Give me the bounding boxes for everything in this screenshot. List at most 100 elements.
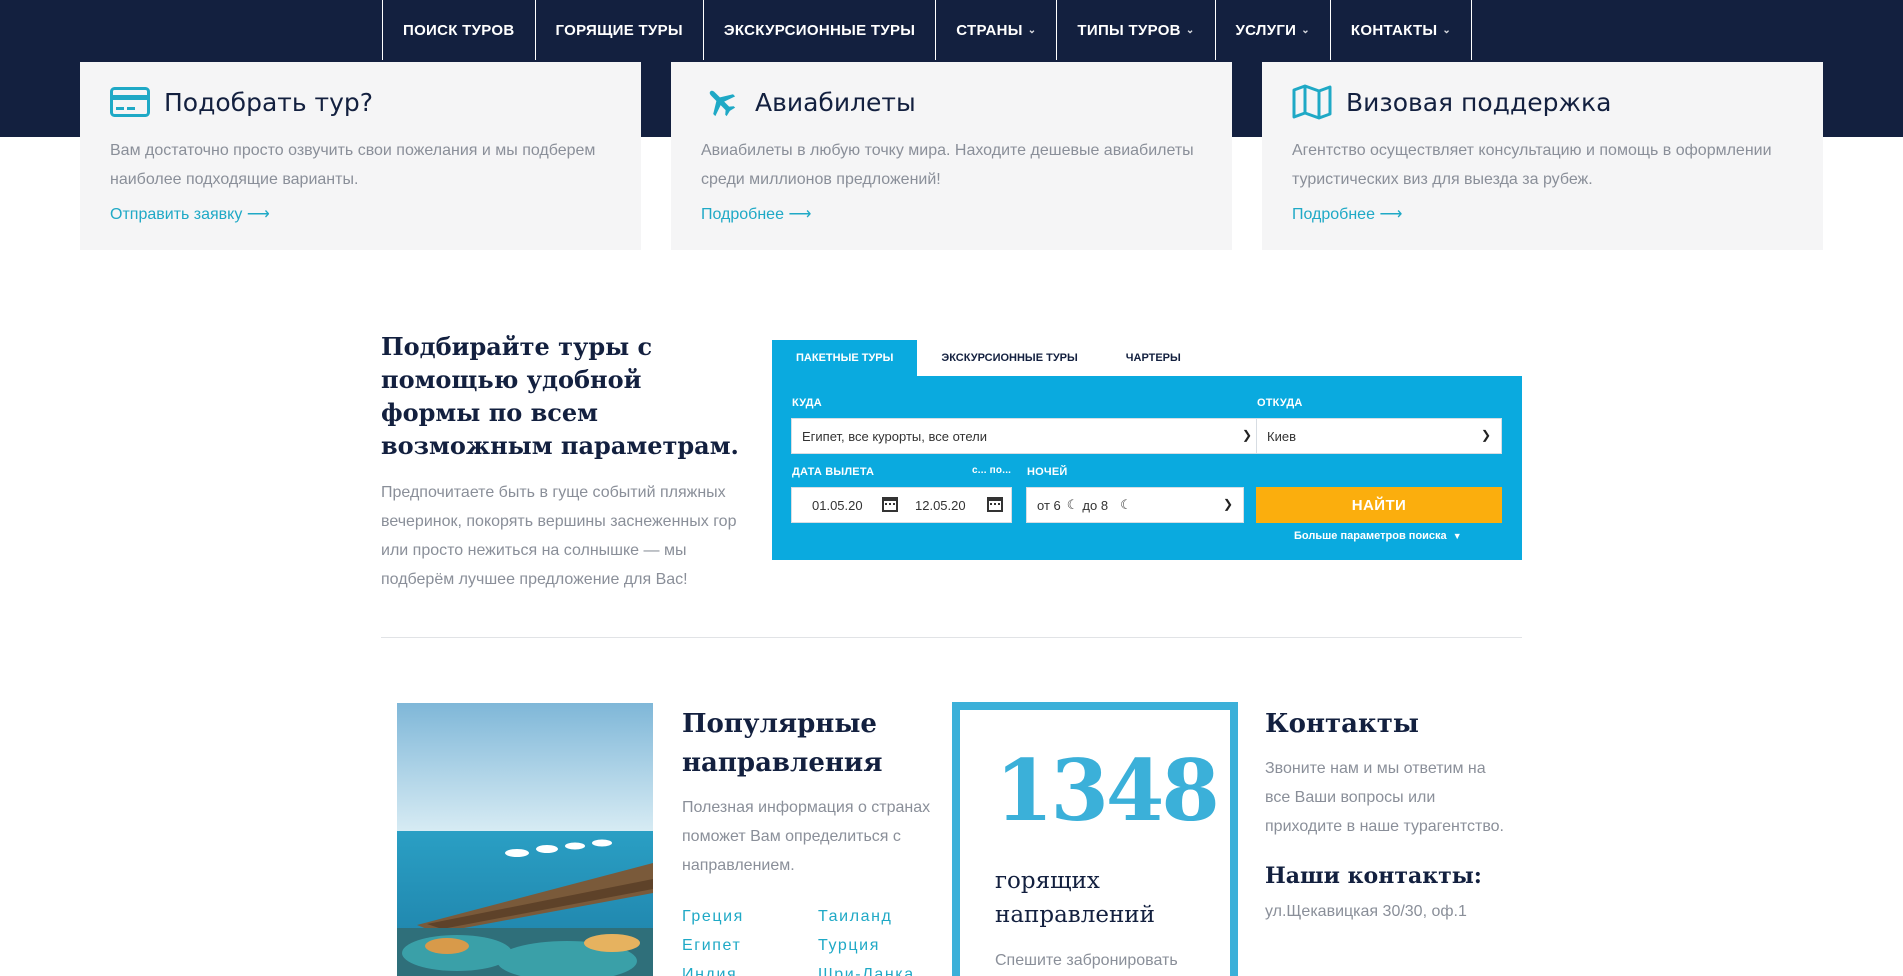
contacts-text: Звоните нам и мы ответим на все Ваши воп… (1265, 760, 1504, 835)
nav-item-label: КОНТАКТЫ (1350, 21, 1438, 39)
find-button-label: НАЙТИ (1351, 496, 1407, 514)
card-header: Авиабилеты (701, 84, 1202, 120)
tab-label: ЭКСКУРСИОННЫЕ ТУРЫ (941, 352, 1078, 364)
service-card-tour-selection: Подобрать тур? Вам достаточно просто озв… (80, 62, 641, 250)
contacts-title: Контакты (1265, 709, 1419, 739)
tab-excursion-tours[interactable]: ЭКСКУРСИОННЫЕ ТУРЫ (917, 340, 1101, 376)
find-button[interactable]: НАЙТИ (1256, 487, 1502, 523)
chevron-down-icon: ▼ (1452, 531, 1462, 541)
nav-item-excursion-tours[interactable]: ЭКСКУРСИОННЫЕ ТУРЫ (704, 0, 937, 60)
destination-link-greece[interactable]: Греция (682, 902, 818, 931)
chevron-down-icon: ⌄ (1027, 24, 1037, 36)
nav-item-services[interactable]: УСЛУГИ ⌄ (1216, 0, 1331, 60)
tour-search-widget: ПАКЕТНЫЕ ТУРЫ ЭКСКУРСИОННЫЕ ТУРЫ ЧАРТЕРЫ… (772, 340, 1522, 560)
departure-city-value: Киев (1267, 428, 1296, 444)
destination-label: КУДА (792, 397, 822, 409)
destination-link-egypt[interactable]: Египет (682, 931, 818, 960)
our-contacts-heading: Наши контакты: (1265, 863, 1482, 889)
nav-item-label: ПОИСК ТУРОВ (403, 21, 515, 39)
hot-destinations-box: 1348 горящих направлений Спешите заброни… (952, 702, 1238, 976)
calendar-icon (987, 497, 1003, 512)
tab-label: ПАКЕТНЫЕ ТУРЫ (796, 352, 894, 364)
card-title: Авиабилеты (755, 87, 916, 117)
intro-text: Предпочитаете быть в гуще событий пляжны… (381, 484, 737, 588)
destination-link-india[interactable]: Индия (682, 960, 818, 976)
moon-icon: ☾ (1120, 497, 1132, 512)
popular-title: Популярные направления (682, 709, 883, 778)
calendar-icon (882, 497, 898, 512)
send-request-link[interactable]: Отправить заявку ⟶ (110, 204, 270, 224)
link-label: Подробнее (701, 206, 784, 223)
service-card-air-tickets: Авиабилеты Авиабилеты в любую точку мира… (671, 62, 1232, 250)
date-range-hint: с... по... (972, 465, 1012, 476)
search-tabs: ПАКЕТНЫЕ ТУРЫ ЭКСКУРСИОННЫЕ ТУРЫ ЧАРТЕРЫ (772, 340, 1522, 376)
search-form: КУДА Египет, все курорты, все отели ❯ ОТ… (772, 376, 1522, 560)
nav-item-tour-types[interactable]: ТИПЫ ТУРОВ ⌄ (1057, 0, 1216, 60)
nav-item-label: СТРАНЫ (956, 21, 1023, 39)
nights-label: НОЧЕЙ (1027, 466, 1068, 478)
card-header: Подобрать тур? (110, 84, 611, 120)
nights-select[interactable]: от 6 ☾ до 8 ☾ ❯ (1026, 487, 1244, 523)
destination-value: Египет, все курорты, все отели (802, 428, 987, 444)
departure-date-label: ДАТА ВЫЛЕТА (792, 466, 875, 478)
card-description: Вам достаточно просто озвучить свои поже… (110, 142, 596, 188)
tab-package-tours[interactable]: ПАКЕТНЫЕ ТУРЫ (772, 340, 918, 376)
destination-link-turkey[interactable]: Турция (818, 931, 928, 960)
arrow-right-icon: ⟶ (788, 206, 812, 223)
popular-destinations: Популярные направления Полезная информац… (682, 705, 932, 976)
popular-text: Полезная информация о странах поможет Ва… (682, 799, 931, 874)
card-description: Агентство осуществляет консультацию и по… (1292, 142, 1772, 188)
hot-destinations-count: 1348 (995, 741, 1220, 840)
service-card-visa-support: Визовая поддержка Агентство осуществляет… (1262, 62, 1823, 250)
card-title: Подобрать тур? (164, 87, 374, 117)
map-icon (1292, 84, 1332, 120)
beach-pier-image (397, 703, 653, 976)
air-tickets-more-link[interactable]: Подробнее ⟶ (701, 204, 811, 224)
chevron-down-icon: ❯ (1241, 428, 1252, 442)
link-label: Подробнее (1292, 206, 1375, 223)
chevron-down-icon: ❯ (1222, 497, 1233, 511)
nav-item-label: ТИПЫ ТУРОВ (1077, 21, 1181, 39)
date-from-input[interactable]: 01.05.20 (791, 487, 909, 523)
address-text: ул.Щекавицкая 30/30, оф.1 (1265, 903, 1467, 920)
airplane-icon (701, 84, 741, 120)
top-navigation: ПОИСК ТУРОВ ГОРЯЩИЕ ТУРЫ ЭКСКУРСИОННЫЕ Т… (0, 0, 1903, 60)
nights-from-value: от 6 (1037, 497, 1061, 513)
nav-item-label: ГОРЯЩИЕ ТУРЫ (555, 21, 683, 39)
visa-support-more-link[interactable]: Подробнее ⟶ (1292, 204, 1402, 224)
card-header: Визовая поддержка (1292, 84, 1793, 120)
intro-title: Подбирайте туры с помощью удобной формы … (381, 332, 739, 460)
nav-menu: ПОИСК ТУРОВ ГОРЯЩИЕ ТУРЫ ЭКСКУРСИОННЫЕ Т… (382, 0, 1473, 60)
destination-link-sri-lanka[interactable]: Шри-Ланка (818, 960, 928, 976)
hot-destinations-text: Спешите забронировать (995, 952, 1178, 969)
nav-item-contacts[interactable]: КОНТАКТЫ ⌄ (1331, 0, 1473, 60)
departure-city-select[interactable]: Киев ❯ (1256, 418, 1502, 454)
tab-label: ЧАРТЕРЫ (1125, 352, 1181, 364)
tab-charters[interactable]: ЧАРТЕРЫ (1102, 340, 1205, 376)
moon-icon: ☾ (1066, 497, 1079, 512)
date-to-input[interactable]: 12.05.20 (903, 487, 1012, 523)
nav-item-label: УСЛУГИ (1235, 21, 1297, 39)
hot-destinations-label: горящих направлений (995, 868, 1155, 928)
nights-to-value: до 8 (1082, 497, 1109, 513)
nav-item-countries[interactable]: СТРАНЫ ⌄ (936, 0, 1058, 60)
card-description: Авиабилеты в любую точку мира. Находите … (701, 142, 1194, 188)
chevron-down-icon: ⌄ (1185, 24, 1195, 36)
link-label: Отправить заявку (110, 206, 243, 223)
more-search-params-link[interactable]: Больше параметров поиска ▼ (1294, 530, 1462, 542)
destination-list: Греция Таиланд Египет Турция Индия Шри-Л… (682, 902, 932, 976)
card-title: Визовая поддержка (1346, 87, 1612, 117)
credit-card-icon (110, 84, 150, 120)
nav-item-tour-search[interactable]: ПОИСК ТУРОВ (383, 0, 536, 60)
arrow-right-icon: ⟶ (246, 206, 270, 223)
departure-city-label: ОТКУДА (1257, 397, 1303, 409)
date-from-value: 01.05.20 (812, 497, 863, 513)
nav-item-hot-tours[interactable]: ГОРЯЩИЕ ТУРЫ (536, 0, 704, 60)
nav-item-label: ЭКСКУРСИОННЫЕ ТУРЫ (723, 21, 916, 39)
contacts-section: Контакты Звоните нам и мы ответим на все… (1265, 705, 1505, 921)
section-divider (381, 637, 1522, 638)
chevron-down-icon: ⌄ (1301, 24, 1310, 36)
arrow-right-icon: ⟶ (1379, 206, 1403, 223)
destination-link-thailand[interactable]: Таиланд (818, 902, 928, 931)
destination-select[interactable]: Египет, все курорты, все отели ❯ (791, 418, 1263, 454)
